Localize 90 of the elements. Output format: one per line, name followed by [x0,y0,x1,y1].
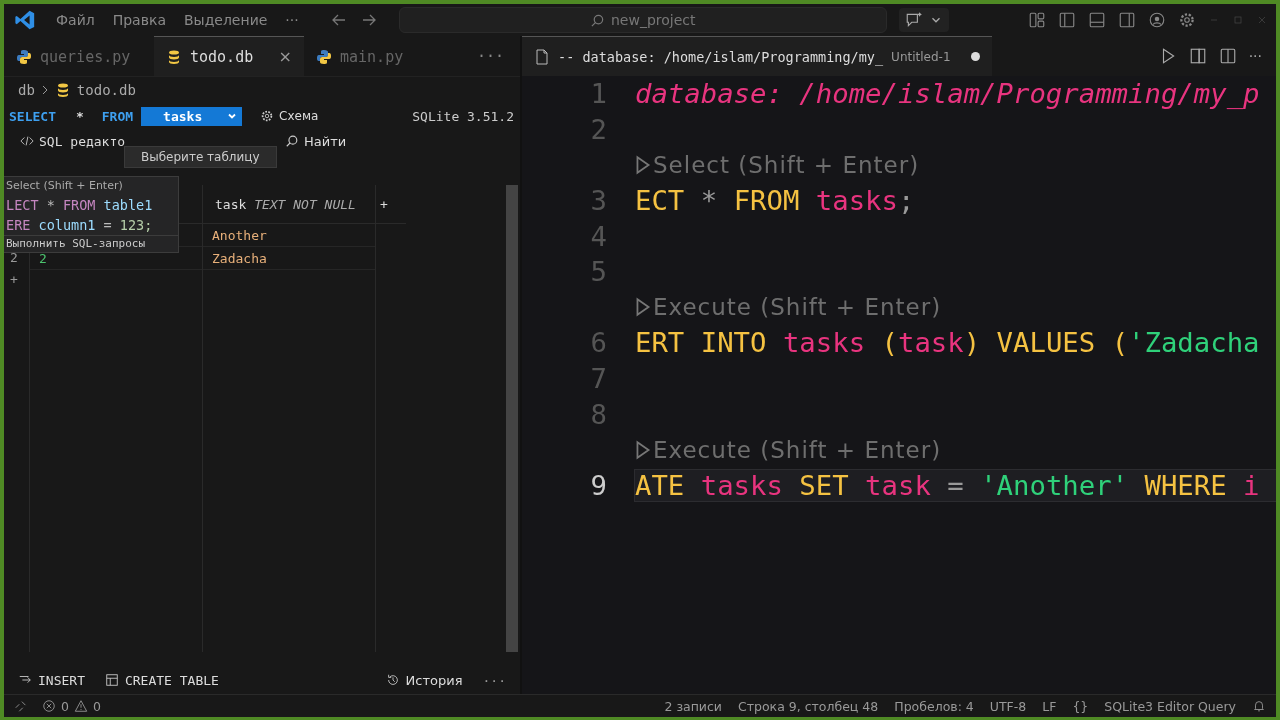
from-keyword: FROM [101,108,134,124]
column-header[interactable]: task TEXT NOT NULL [215,196,356,212]
chat-button[interactable] [898,8,949,32]
editor-tab[interactable]: -- database: /home/islam/Programming/my_ Untitled-1 [522,36,992,76]
play-icon [635,439,651,460]
code-line: ECT * FROM tasks; [635,185,916,217]
python-icon [316,48,332,65]
line-number: 2 [589,113,607,145]
add-row-button[interactable]: + [10,271,18,287]
secondary-sidebar-icon[interactable] [1118,11,1136,29]
version-label: SQLite 3.51.2 [412,108,514,124]
code-line: database: /home/islam/Programming/my_p [635,78,1261,110]
status-item[interactable]: UTF-8 [989,698,1027,714]
line-number: 1 [589,78,607,110]
more-button[interactable]: ··· [482,672,506,688]
play-icon [635,297,651,318]
select-keyword: SELECT [9,108,56,124]
problems-indicator[interactable]: 0 0 [42,698,101,714]
layout-icon[interactable] [1028,11,1046,29]
table-cell: Another [212,227,267,243]
history-button[interactable]: История [385,672,463,688]
row-number: 2 [10,249,18,265]
code-lens-link[interactable]: Select (Shift + Enter) [635,152,920,178]
sidebar-toggle-icon[interactable] [1058,11,1076,29]
bell-icon[interactable] [1252,699,1266,713]
account-icon[interactable] [1148,11,1166,29]
file-icon [534,48,550,65]
warning-icon [73,699,88,713]
compare-icon[interactable] [1188,47,1207,65]
search-icon [589,12,605,28]
search-icon [285,134,300,148]
line-number: 4 [589,220,607,252]
remote-icon[interactable] [14,699,28,713]
code-icon [20,134,34,148]
status-item[interactable]: 2 записи [664,698,722,714]
code-line: ERE column1 = 123; [5,216,154,235]
menu-item[interactable]: Правка [112,12,166,28]
editor-tab[interactable]: todo.db × [154,36,304,76]
toolbar-button[interactable]: INSERT [18,672,85,688]
table-icon [104,673,119,687]
line-number: 9 [589,469,607,501]
gear-icon [260,109,275,123]
code-lens-link[interactable]: Execute (Shift + Enter) [635,436,942,463]
status-item[interactable]: {} [1072,698,1089,714]
add-column-button[interactable]: + [380,196,388,212]
menu-item[interactable]: Файл [56,12,95,28]
columns-selector[interactable]: * [75,108,84,124]
toolbar-button[interactable]: CREATE TABLE [104,672,219,688]
table-cell: 2 [39,250,47,266]
search-field[interactable]: new_project [398,7,887,33]
history-icon [385,673,400,687]
line-number: 6 [589,327,607,359]
status-item[interactable]: Строка 9, столбец 48 [738,698,879,714]
hover-title: Select (Shift + Enter) [5,178,124,194]
breadcrumb-item[interactable]: todo.db [76,82,136,98]
breadcrumb-item[interactable]: db [18,82,35,98]
schema-button[interactable]: Схема [260,109,319,123]
tooltip: Выберите таблицу [124,146,277,168]
back-icon[interactable] [330,12,347,28]
more-button[interactable]: ··· [1248,48,1262,64]
error-icon [42,699,56,713]
line-number: 3 [589,185,607,217]
more-button[interactable]: ··· [460,47,520,65]
python-icon [16,48,32,65]
line-number: 5 [589,256,607,288]
toolbar-button[interactable]: SQL редакто [20,133,126,149]
database-icon [166,48,182,65]
forward-icon[interactable] [360,12,377,28]
settings-icon[interactable] [1178,11,1196,29]
table-cell: Zadacha [212,250,267,266]
split-editor-icon[interactable] [1218,47,1237,65]
menu-item[interactable]: Выделение [183,12,268,28]
chevron-icon [40,84,49,96]
logo-icon [14,9,36,31]
code-line: LECT * FROM table1 [5,196,154,215]
toolbar-button[interactable]: Найти [285,133,347,149]
chat-icon [904,11,923,29]
menu-item[interactable]: ··· [285,12,299,28]
scrollbar[interactable] [506,185,518,652]
status-item[interactable]: SQLite3 Editor Query [1104,698,1236,714]
status-item[interactable]: Пробелов: 4 [894,698,974,714]
line-number: 7 [589,363,607,395]
panel-toggle-icon[interactable] [1088,11,1106,29]
table-dropdown[interactable]: tasks [141,106,243,126]
code-line: ERT INTO tasks (task) VALUES ('Zadacha [635,327,1261,359]
status-item[interactable]: LF [1042,698,1057,714]
line-number: 8 [589,398,607,430]
hover-footer: Выполнить SQL-запросы [4,235,178,252]
play-icon [635,155,651,175]
code-lens-link[interactable]: Execute (Shift + Enter) [635,294,942,321]
